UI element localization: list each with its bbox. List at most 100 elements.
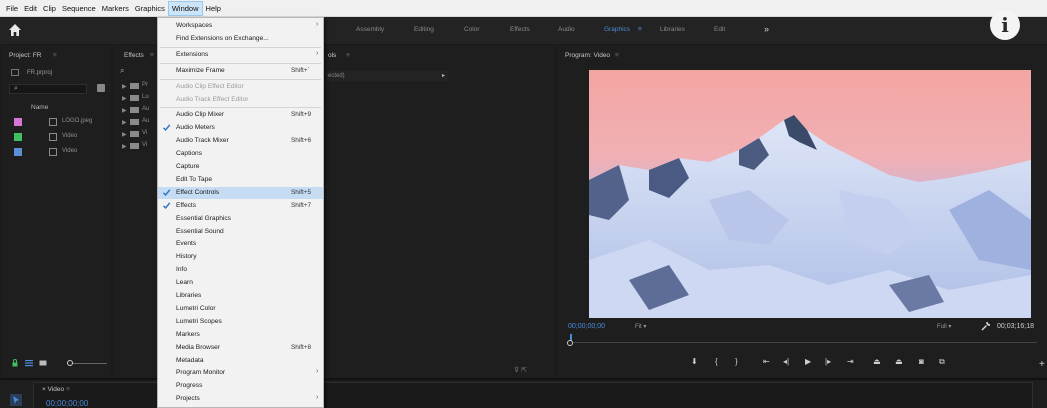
menu-item-media-browser[interactable]: Media Browser Shift+8 (158, 342, 323, 355)
selection-tool-icon[interactable] (10, 394, 22, 406)
lift-icon[interactable]: ⏏ (873, 357, 881, 369)
menu-item-captions[interactable]: Captions (158, 148, 323, 161)
menu-help[interactable]: Help (203, 1, 224, 16)
project-search-input[interactable]: ⌕ (9, 84, 87, 94)
menu-graphics[interactable]: Graphics (132, 1, 168, 16)
comparison-view-icon[interactable]: ⧉ (939, 357, 945, 369)
expand-triangle-icon[interactable]: ▶ (122, 143, 127, 150)
menu-item-projects[interactable]: Projects › (158, 393, 323, 406)
menu-item-progress[interactable]: Progress (158, 380, 323, 393)
effects-tab[interactable]: Effects (124, 52, 144, 59)
ws-tab-graphics[interactable]: Graphics (604, 26, 630, 33)
step-forward-icon[interactable]: |▸ (825, 357, 831, 369)
menu-sequence[interactable]: Sequence (59, 1, 99, 16)
resolution-select[interactable]: Full ▾ (937, 323, 951, 330)
go-to-in-icon[interactable]: ⇤ (763, 357, 770, 369)
expand-triangle-icon[interactable]: ▶ (122, 107, 127, 114)
search-icon[interactable]: ⌕ (120, 66, 124, 76)
effects-tab-menu-icon[interactable]: ≡ (150, 52, 154, 59)
menu-item-essential-graphics[interactable]: Essential Graphics (158, 213, 323, 226)
ws-tab-audio[interactable]: Audio (558, 26, 575, 33)
ws-tab-effects[interactable]: Effects (510, 26, 530, 33)
chevron-right-double-icon[interactable]: » (764, 24, 769, 34)
program-tab[interactable]: Program: Video (565, 52, 610, 59)
menu-item-audio-track-mixer[interactable]: Audio Track Mixer Shift+6 (158, 135, 323, 148)
project-file-icon (11, 69, 19, 76)
timeline-timecode[interactable]: 00;00;00;00 (46, 399, 88, 408)
zoom-slider-track[interactable] (67, 363, 107, 364)
play-icon[interactable]: ▶ (805, 357, 811, 369)
mark-out-icon[interactable]: } (735, 357, 738, 369)
expand-triangle-icon[interactable]: ▶ (122, 83, 127, 90)
menu-edit[interactable]: Edit (21, 1, 40, 16)
menu-item-libraries[interactable]: Libraries (158, 290, 323, 303)
menu-item-program-monitor[interactable]: Program Monitor › (158, 367, 323, 380)
add-marker-icon[interactable]: ⬇ (691, 357, 698, 369)
menu-item-info[interactable]: Info (158, 264, 323, 277)
playhead-handle[interactable] (567, 340, 573, 346)
zoom-level-select[interactable]: Fit ▾ (635, 323, 646, 330)
button-editor-plus-icon[interactable]: + (1039, 359, 1045, 370)
menu-item-edit-to-tape[interactable]: Edit To Tape (158, 174, 323, 187)
info-icon[interactable]: i (990, 10, 1020, 40)
menu-item-audio-clip-mixer[interactable]: Audio Clip Mixer Shift+9 (158, 109, 323, 122)
expand-triangle-icon[interactable]: ▶ (122, 119, 127, 126)
menu-item-audio-meters[interactable]: Audio Meters (158, 122, 323, 135)
menu-item-capture[interactable]: Capture (158, 161, 323, 174)
playhead-timecode[interactable]: 00;00;00;00 (568, 323, 605, 330)
project-tab-menu-icon[interactable]: ≡ (53, 52, 57, 59)
menu-file[interactable]: File (3, 1, 21, 16)
step-back-icon[interactable]: ◂| (783, 357, 789, 369)
ws-tab-editing[interactable]: Editing (414, 26, 434, 33)
list-item[interactable]: Video (11, 133, 107, 143)
menu-markers[interactable]: Markers (99, 1, 132, 16)
menu-item-effect-controls[interactable]: Effect Controls Shift+5 (158, 186, 323, 200)
menu-item-markers[interactable]: Markers (158, 329, 323, 342)
list-item[interactable]: LOGO.jpeg (11, 118, 107, 128)
zoom-slider-handle[interactable] (67, 360, 73, 366)
effect-controls-tab[interactable]: ols (328, 52, 336, 59)
menu-item-essential-sound[interactable]: Essential Sound (158, 226, 323, 239)
timeline-tab[interactable]: × Video ≡ (42, 386, 70, 393)
mark-in-icon[interactable]: { (715, 357, 718, 369)
menu-item-learn[interactable]: Learn (158, 277, 323, 290)
menu-item-workspaces[interactable]: Workspaces › (158, 20, 323, 33)
scrub-track[interactable] (567, 342, 1037, 343)
program-tab-menu-icon[interactable]: ≡ (615, 52, 619, 59)
effect-controls-tab-menu-icon[interactable]: ≡ (346, 52, 350, 59)
icon-view-icon[interactable] (39, 359, 47, 367)
lock-icon[interactable] (11, 359, 19, 367)
filter-icons[interactable]: ⊽ ⇱ (514, 366, 527, 374)
ws-tab-libraries[interactable]: Libraries (660, 26, 685, 33)
project-tab[interactable]: Project: FR (9, 52, 42, 59)
menu-item-extensions[interactable]: Extensions › (158, 49, 323, 62)
menu-window[interactable]: Window (167, 0, 203, 16)
ws-tab-color[interactable]: Color (464, 26, 480, 33)
scrub-bar[interactable] (567, 334, 1037, 348)
menu-item-lumetri-color[interactable]: Lumetri Color (158, 303, 323, 316)
home-icon[interactable] (8, 23, 22, 37)
menu-item-events[interactable]: Events (158, 238, 323, 251)
menu-item-history[interactable]: History (158, 251, 323, 264)
play-icon[interactable]: ▸ (442, 72, 445, 79)
ws-tab-assembly[interactable]: Assembly (356, 26, 384, 33)
list-view-icon[interactable] (25, 359, 33, 367)
menu-item-metadata[interactable]: Metadata (158, 355, 323, 368)
clip-select-dropdown[interactable]: ected) (326, 71, 448, 81)
column-header-name[interactable]: Name (31, 104, 48, 111)
menu-item-lumetri-scopes[interactable]: Lumetri Scopes (158, 316, 323, 329)
new-bin-icon[interactable] (97, 84, 105, 92)
menu-item-effects[interactable]: Effects Shift+7 (158, 200, 323, 213)
ws-menu-icon[interactable]: ≡ (638, 26, 642, 33)
menu-clip[interactable]: Clip (40, 1, 59, 16)
ws-tab-edit[interactable]: Edit (714, 26, 725, 33)
expand-triangle-icon[interactable]: ▶ (122, 95, 127, 102)
go-to-out-icon[interactable]: ⇥ (847, 357, 854, 369)
expand-triangle-icon[interactable]: ▶ (122, 131, 127, 138)
menu-item-find-extensions-on-exchange[interactable]: Find Extensions on Exchange... (158, 33, 323, 46)
camera-icon[interactable]: ◙ (919, 357, 924, 369)
list-item[interactable]: Video (11, 148, 107, 158)
wrench-icon[interactable] (981, 321, 991, 331)
menu-item-maximize-frame[interactable]: Maximize Frame Shift+` (158, 65, 323, 78)
extract-icon[interactable]: ⏏ (895, 357, 903, 369)
